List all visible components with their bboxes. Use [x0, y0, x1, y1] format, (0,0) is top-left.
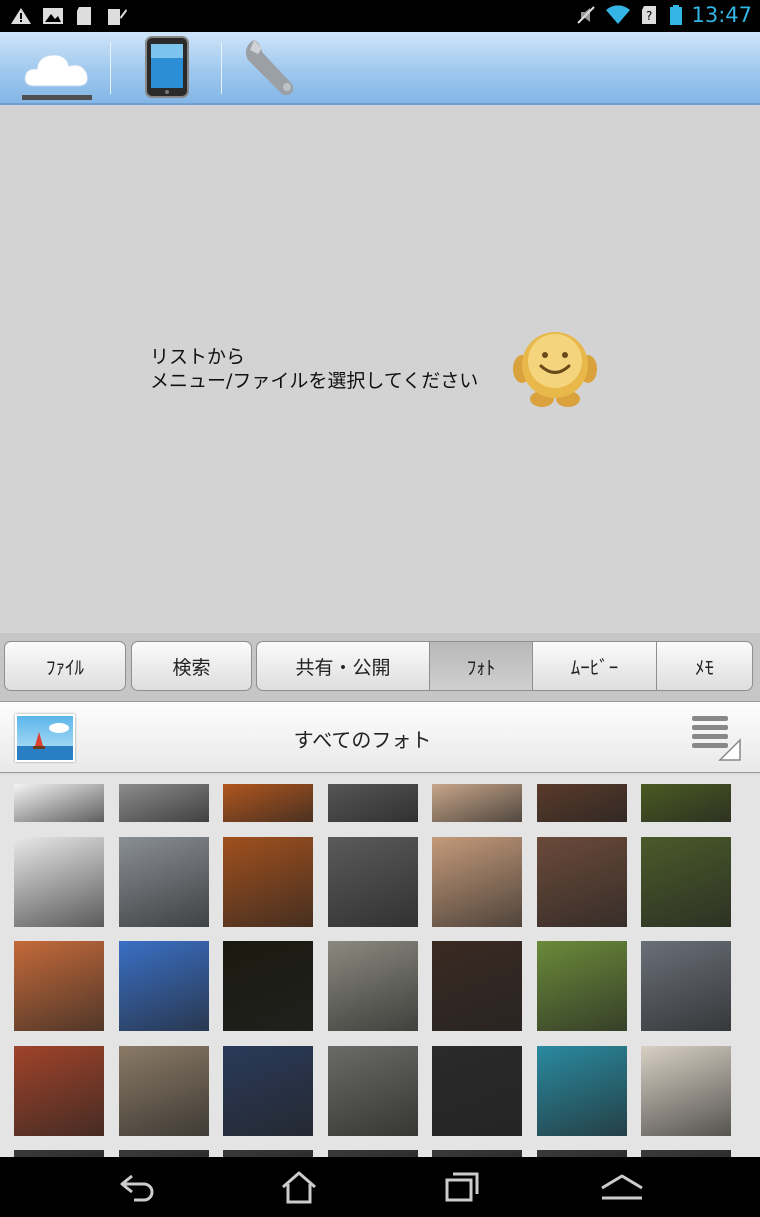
file-button[interactable]: ﾌｧｲﾙ	[4, 641, 126, 691]
back-icon	[120, 1174, 154, 1202]
empty-state-message: リストから メニュー/ファイルを選択してください	[150, 345, 478, 393]
photo-tab[interactable]: ﾌｫﾄ	[429, 641, 533, 691]
share-tab[interactable]: 共有・公開	[256, 641, 430, 691]
photo-thumbnail[interactable]	[223, 837, 313, 927]
album-title: すべてのフォト	[293, 728, 432, 752]
photo-thumbnail[interactable]	[119, 1150, 209, 1157]
status-bar: ? 13:47	[0, 0, 760, 32]
mascot-icon	[513, 332, 597, 407]
photo-thumbnail[interactable]	[14, 1150, 104, 1157]
top-tab-bar	[0, 32, 760, 105]
photo-thumbnail[interactable]	[223, 1046, 313, 1136]
photo-thumbnail[interactable]	[14, 941, 104, 1031]
clipboard-icon	[108, 9, 127, 25]
cloud-tab[interactable]	[0, 32, 110, 103]
screen: ? 13:47 リストから メニュー/ファイルを選択してください ﾌｧｲﾙ 検索…	[0, 0, 760, 1217]
photo-thumbnail[interactable]	[119, 941, 209, 1031]
photo-thumbnail[interactable]	[223, 941, 313, 1031]
empty-state-line-2: メニュー/ファイルを選択してください	[150, 370, 479, 392]
sim-icon: ?	[642, 6, 657, 24]
tablet-icon	[145, 36, 189, 98]
battery-icon	[670, 5, 683, 25]
photo-thumbnail[interactable]	[537, 784, 627, 822]
menu-up-icon	[601, 1174, 643, 1200]
photo-thumbnail[interactable]	[119, 1046, 209, 1136]
svg-text:?: ?	[646, 9, 652, 23]
photo-thumbnail[interactable]	[328, 941, 418, 1031]
content-pane: リストから メニュー/ファイルを選択してください	[0, 105, 760, 633]
sdcard-icon	[77, 7, 91, 25]
menu-up-button[interactable]	[592, 1165, 652, 1209]
photo-thumbnail[interactable]	[14, 837, 104, 927]
photo-thumbnail[interactable]	[328, 837, 418, 927]
photo-thumbnail[interactable]	[641, 784, 731, 822]
photo-thumbnail[interactable]	[537, 1046, 627, 1136]
recents-button[interactable]	[431, 1165, 491, 1209]
movie-tab[interactable]: ﾑｰﾋﾞｰ	[532, 641, 657, 691]
home-button[interactable]	[269, 1165, 329, 1209]
navigation-bar	[0, 1157, 760, 1217]
image-icon	[43, 8, 63, 24]
recents-icon	[445, 1172, 479, 1202]
back-button[interactable]	[108, 1165, 168, 1209]
photo-thumbnail[interactable]	[328, 784, 418, 822]
cloud-icon	[24, 54, 89, 87]
photo-thumbnail[interactable]	[537, 941, 627, 1031]
warning-icon	[11, 8, 31, 24]
photo-thumbnail[interactable]	[537, 837, 627, 927]
photo-thumbnail[interactable]	[641, 941, 731, 1031]
photo-thumbnail[interactable]	[14, 1046, 104, 1136]
mute-icon	[577, 6, 596, 24]
photo-thumbnail[interactable]	[432, 784, 522, 822]
photo-thumbnail[interactable]	[641, 837, 731, 927]
settings-tab[interactable]	[222, 32, 332, 103]
photo-thumbnail[interactable]	[641, 1150, 731, 1157]
photo-thumbnail[interactable]	[641, 1046, 731, 1136]
home-icon	[282, 1171, 316, 1204]
photo-grid	[0, 774, 760, 1157]
photo-thumbnail[interactable]	[119, 837, 209, 927]
search-button[interactable]: 検索	[131, 641, 252, 691]
wrench-icon	[245, 40, 294, 96]
photo-thumbnail[interactable]	[223, 784, 313, 822]
memo-tab[interactable]: ﾒﾓ	[656, 641, 753, 691]
photo-thumbnail[interactable]	[432, 941, 522, 1031]
selected-tab-indicator	[22, 95, 92, 100]
photo-thumbnail[interactable]	[537, 1150, 627, 1157]
photo-thumbnail[interactable]	[119, 784, 209, 822]
category-tab-row: ﾌｧｲﾙ 検索 共有・公開 ﾌｫﾄ ﾑｰﾋﾞｰ ﾒﾓ	[0, 633, 760, 701]
photo-thumbnail[interactable]	[14, 784, 104, 822]
photo-thumbnail[interactable]	[328, 1150, 418, 1157]
photo-thumbnail[interactable]	[223, 1150, 313, 1157]
photo-thumbnail[interactable]	[432, 1150, 522, 1157]
photo-thumbnail[interactable]	[432, 1046, 522, 1136]
device-tab[interactable]	[111, 32, 221, 103]
clock: 13:47	[691, 3, 752, 27]
empty-state-line-1: リストから	[150, 346, 246, 368]
photo-thumbnail[interactable]	[432, 837, 522, 927]
album-header: すべてのフォト	[0, 701, 760, 773]
wifi-icon	[606, 5, 631, 24]
photo-thumbnail[interactable]	[328, 1046, 418, 1136]
list-menu-icon[interactable]	[690, 714, 742, 762]
